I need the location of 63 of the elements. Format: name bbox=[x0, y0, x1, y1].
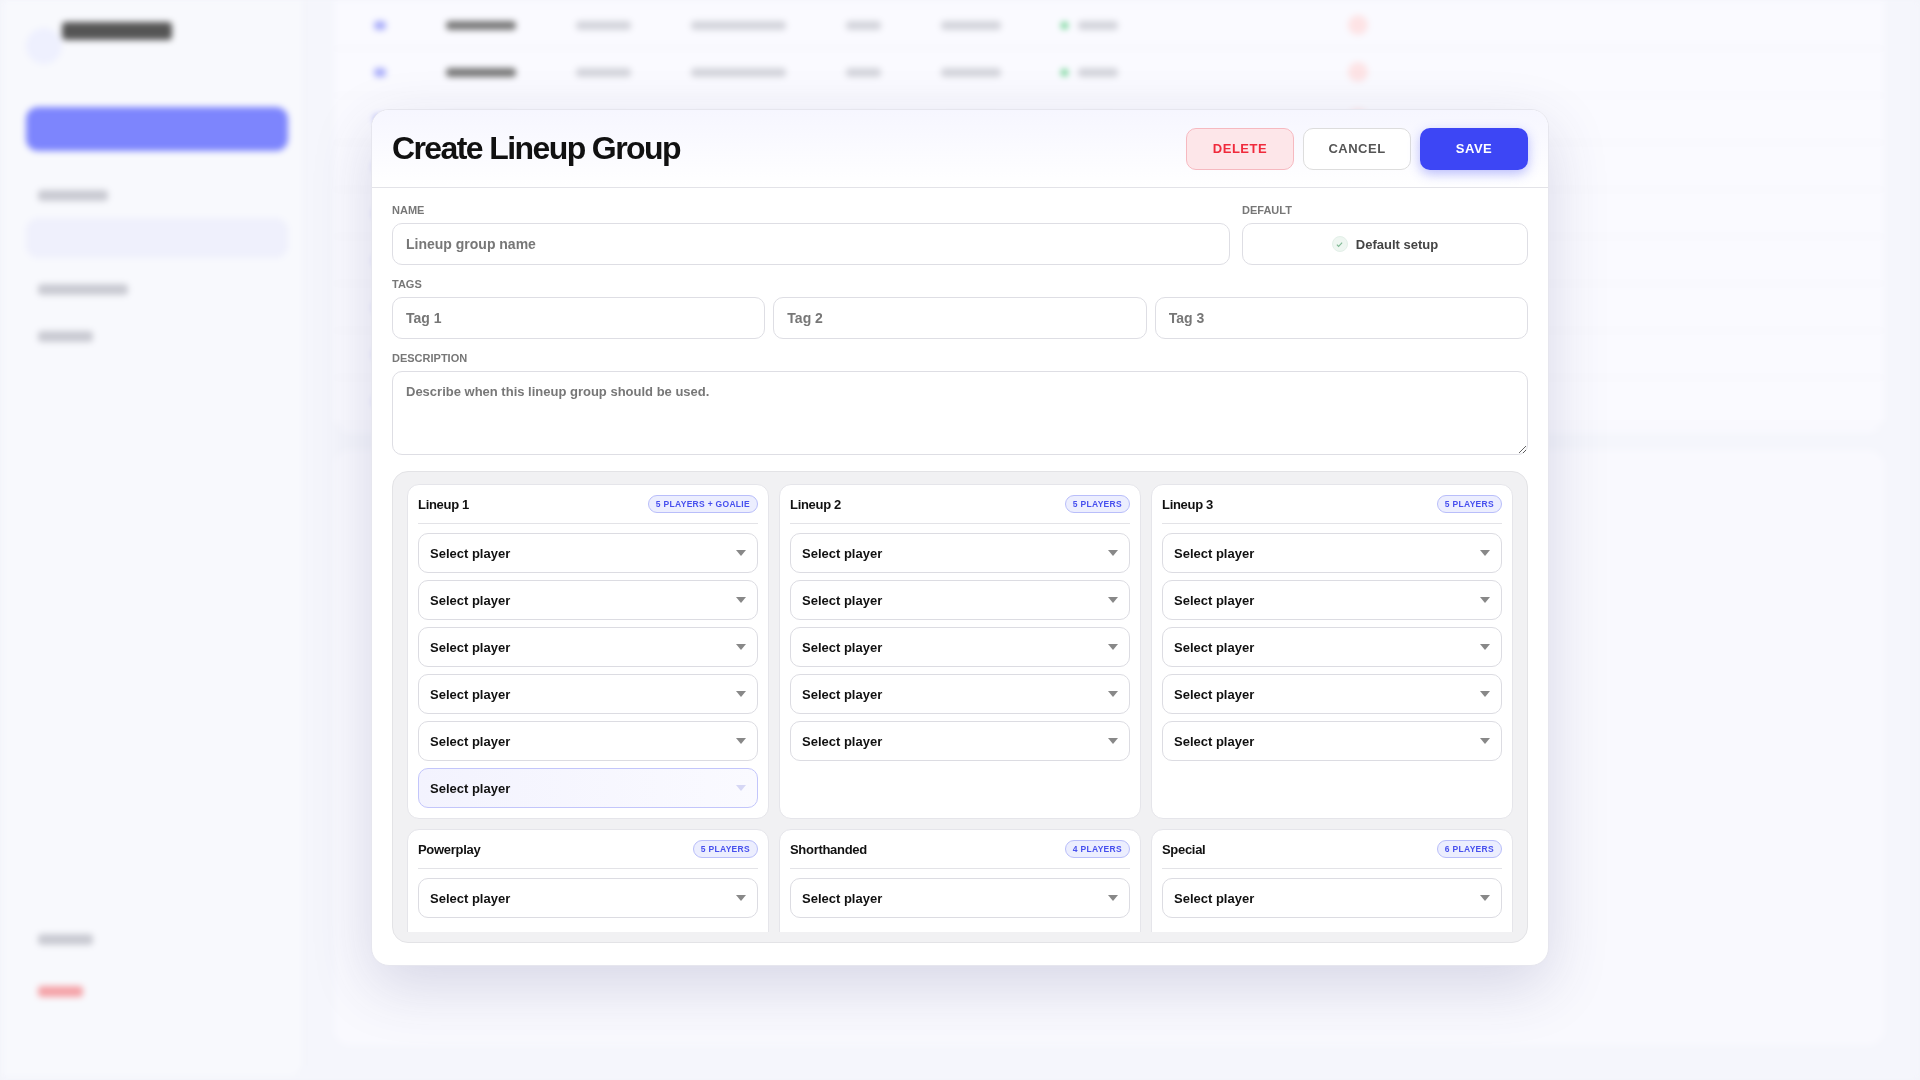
save-button[interactable]: SAVE bbox=[1420, 127, 1528, 170]
lineup-title: Lineup 2 bbox=[790, 496, 842, 512]
player-select[interactable]: Select player bbox=[790, 878, 1130, 918]
lineup-title: Shorthanded bbox=[790, 841, 867, 857]
player-select[interactable]: Select player bbox=[1162, 878, 1502, 918]
player-select[interactable]: Select player bbox=[418, 674, 758, 714]
player-select[interactable]: Select player bbox=[1162, 721, 1502, 761]
caret-icon bbox=[736, 738, 746, 744]
caret-icon bbox=[736, 644, 746, 650]
lineup-title: Powerplay bbox=[418, 841, 481, 857]
caret-icon bbox=[1108, 550, 1118, 556]
caret-icon bbox=[1480, 644, 1490, 650]
caret-icon bbox=[1480, 597, 1490, 603]
caret-icon bbox=[1108, 644, 1118, 650]
player-count-badge: 5 PLAYERS bbox=[692, 840, 758, 858]
field-label: NAME bbox=[392, 204, 425, 216]
field-label: DEFAULT bbox=[1242, 204, 1292, 216]
player-select[interactable]: Select player bbox=[1162, 533, 1502, 573]
lineup-title: Special bbox=[1162, 841, 1206, 857]
player-select[interactable]: Select player bbox=[418, 878, 758, 918]
player-count-badge: 5 PLAYERS + GOALIE bbox=[647, 495, 758, 513]
player-select[interactable]: Select player bbox=[418, 533, 758, 573]
player-select[interactable]: Select player bbox=[790, 533, 1130, 573]
field-label: DESCRIPTION bbox=[392, 352, 468, 364]
caret-icon bbox=[1108, 895, 1118, 901]
tag-field[interactable]: Tag 3 bbox=[1154, 297, 1528, 339]
dialog-title: Create Lineup Group bbox=[392, 130, 680, 167]
field-label: TAGS bbox=[392, 278, 422, 290]
cancel-button[interactable]: CANCEL bbox=[1303, 127, 1411, 170]
caret-icon bbox=[1480, 895, 1490, 901]
player-count-badge: 6 PLAYERS bbox=[1436, 840, 1502, 858]
player-count-badge: 5 PLAYERS bbox=[1436, 495, 1502, 513]
caret-icon bbox=[736, 550, 746, 556]
caret-icon bbox=[1480, 691, 1490, 697]
name-field[interactable]: Lineup group name bbox=[392, 223, 1230, 265]
player-select[interactable]: Select player bbox=[790, 721, 1130, 761]
caret-icon bbox=[1480, 738, 1490, 744]
player-select[interactable]: Select player bbox=[790, 627, 1130, 667]
caret-icon bbox=[736, 597, 746, 603]
player-select[interactable]: Select player bbox=[1162, 674, 1502, 714]
player-select[interactable]: Select player bbox=[418, 580, 758, 620]
caret-icon bbox=[1108, 691, 1118, 697]
player-select[interactable]: Select player bbox=[418, 627, 758, 667]
lineup-title: Lineup 1 bbox=[418, 496, 470, 512]
description-field[interactable]: Describe when this lineup group should be used. bbox=[392, 371, 1528, 455]
default-setup-toggle[interactable]: Default setup bbox=[1242, 223, 1528, 265]
player-select[interactable]: Select player bbox=[790, 674, 1130, 714]
player-count-badge: 5 PLAYERS bbox=[1064, 495, 1130, 513]
player-select[interactable]: Select player bbox=[790, 580, 1130, 620]
caret-icon bbox=[1108, 738, 1118, 744]
caret-icon bbox=[736, 895, 746, 901]
player-count-badge: 4 PLAYERS bbox=[1064, 840, 1130, 858]
player-select[interactable]: Select player bbox=[1162, 627, 1502, 667]
player-select[interactable]: Select player bbox=[418, 721, 758, 761]
player-select[interactable]: Select player bbox=[1162, 580, 1502, 620]
tag-field[interactable]: Tag 2 bbox=[773, 297, 1147, 339]
caret-icon bbox=[1480, 550, 1490, 556]
caret-icon bbox=[736, 691, 746, 697]
tag-field[interactable]: Tag 1 bbox=[392, 297, 766, 339]
player-select[interactable]: Select player bbox=[418, 768, 758, 808]
caret-icon bbox=[1108, 597, 1118, 603]
lineup-title: Lineup 3 bbox=[1162, 496, 1214, 512]
caret-icon bbox=[736, 785, 746, 791]
